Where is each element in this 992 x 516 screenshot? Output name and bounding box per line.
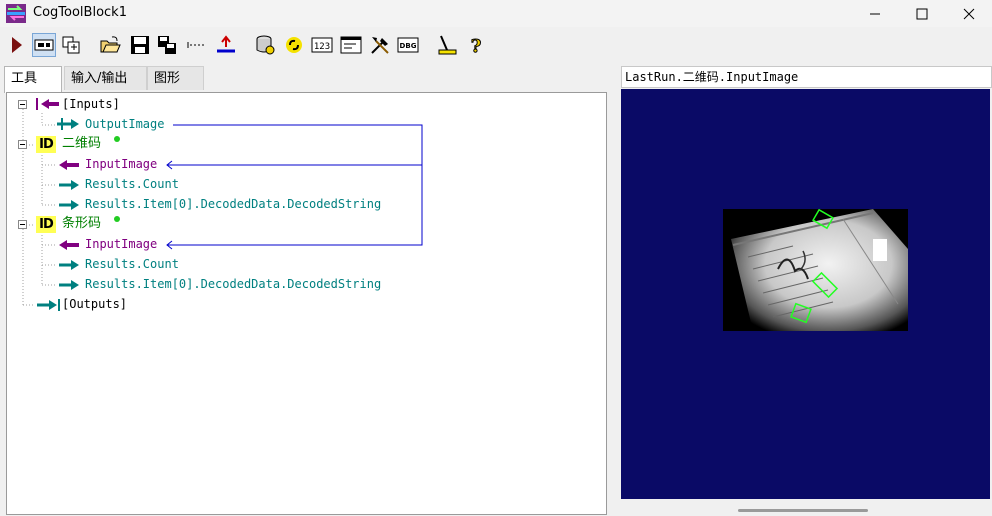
reset-button[interactable] bbox=[215, 34, 237, 56]
inputs-node[interactable]: [Inputs] bbox=[62, 95, 120, 113]
save-icon bbox=[131, 36, 149, 54]
barcode-results-count-label: Results.Count bbox=[85, 257, 179, 271]
database-button[interactable] bbox=[254, 34, 276, 56]
debug-label: DBG bbox=[400, 42, 417, 50]
toolbar: 123 DBG ? bbox=[0, 30, 992, 64]
number-display-button[interactable]: 123 bbox=[311, 34, 333, 56]
minimize-button[interactable] bbox=[852, 0, 898, 27]
id-tool-icon: ID bbox=[36, 136, 56, 153]
dotted-line-button[interactable] bbox=[186, 34, 208, 56]
tab-input-output-label: 输入/输出 bbox=[71, 71, 128, 86]
output-image-label: OutputImage bbox=[85, 117, 165, 131]
link-button[interactable] bbox=[283, 34, 305, 56]
qrcode-results-count-label: Results.Count bbox=[85, 177, 179, 191]
qrcode-input-image-label: InputImage bbox=[85, 157, 158, 171]
horizontal-scrollbar[interactable] bbox=[738, 509, 868, 512]
number-display-label: 123 bbox=[314, 42, 330, 52]
qrcode-decoded-string-node[interactable]: Results.Item[0].DecodedData.DecodedStrin… bbox=[85, 195, 381, 213]
expander-qrcode[interactable] bbox=[18, 140, 27, 149]
qrcode-decoded-string-label: Results.Item[0].DecodedData.DecodedStrin… bbox=[85, 197, 382, 211]
minimize-icon bbox=[870, 13, 880, 15]
barcode-input-image-label: InputImage bbox=[85, 237, 158, 251]
save-as-icon bbox=[158, 36, 176, 54]
maximize-icon bbox=[916, 8, 928, 20]
open-button[interactable] bbox=[99, 34, 121, 56]
run-icon bbox=[12, 37, 22, 53]
window-title: CogToolBlock1 bbox=[33, 5, 127, 20]
barcode-results-count-node[interactable]: Results.Count bbox=[85, 255, 179, 273]
input-arrow-icons bbox=[36, 98, 79, 311]
help-button[interactable]: ? bbox=[465, 34, 487, 57]
terminal-button[interactable] bbox=[340, 34, 362, 56]
tab-graphics-label: 图形 bbox=[154, 71, 181, 86]
barcode-decoded-string-label: Results.Item[0].DecodedData.DecodedStrin… bbox=[85, 277, 382, 291]
image-source-label: LastRun.二维码.InputImage bbox=[625, 70, 799, 84]
tool-qrcode-node[interactable]: 二维码 bbox=[62, 135, 101, 153]
tool-barcode-name: 条形码 bbox=[62, 216, 102, 231]
link-icon bbox=[286, 37, 302, 53]
add-tool-button[interactable] bbox=[60, 34, 82, 56]
number-display-icon: 123 bbox=[311, 37, 333, 53]
run-button[interactable] bbox=[6, 34, 28, 56]
maximize-button[interactable] bbox=[899, 0, 945, 27]
barcode-decoded-string-node[interactable]: Results.Item[0].DecodedData.DecodedStrin… bbox=[85, 275, 381, 293]
save-button[interactable] bbox=[129, 34, 151, 56]
outputs-node[interactable]: [Outputs] bbox=[62, 295, 127, 313]
database-icon bbox=[256, 35, 275, 55]
status-dot-icon bbox=[114, 136, 120, 142]
help-icon: ? bbox=[470, 36, 482, 57]
add-tool-icon bbox=[62, 36, 80, 54]
edit-ruler-button[interactable] bbox=[436, 34, 458, 56]
close-icon bbox=[963, 8, 975, 20]
expander-inputs[interactable] bbox=[18, 100, 27, 109]
tool-tree: [Inputs] OutputImage ID 二维码 InputImage R… bbox=[6, 92, 607, 515]
expander-barcode[interactable] bbox=[18, 220, 27, 229]
status-dot-icon bbox=[114, 216, 120, 222]
display-toggle-icon bbox=[34, 39, 54, 51]
edit-ruler-icon bbox=[438, 35, 457, 55]
tab-graphics[interactable]: 图形 bbox=[147, 66, 204, 90]
terminal-icon bbox=[340, 36, 362, 54]
image-source-selector[interactable]: LastRun.二维码.InputImage bbox=[621, 66, 992, 88]
output-image-node[interactable]: OutputImage bbox=[85, 115, 164, 133]
reset-icon bbox=[217, 35, 235, 53]
document-photo-image bbox=[723, 209, 908, 331]
debug-icon: DBG bbox=[397, 37, 419, 53]
title-bar: CogToolBlock1 bbox=[0, 0, 992, 27]
tool-barcode-node[interactable]: 条形码 bbox=[62, 215, 101, 233]
svg-text:?: ? bbox=[471, 36, 482, 56]
inputs-label: [Inputs] bbox=[62, 97, 120, 111]
barcode-input-image-node[interactable]: InputImage bbox=[85, 235, 157, 253]
qrcode-results-count-node[interactable]: Results.Count bbox=[85, 175, 179, 193]
image-display[interactable] bbox=[621, 89, 990, 499]
tool-qrcode-name: 二维码 bbox=[62, 136, 102, 151]
tools-icon bbox=[371, 37, 389, 54]
tab-tools[interactable]: 工具 bbox=[4, 66, 62, 93]
close-button[interactable] bbox=[946, 0, 992, 27]
tools-button[interactable] bbox=[369, 34, 391, 56]
save-as-button[interactable] bbox=[156, 34, 178, 56]
tab-tools-label: 工具 bbox=[11, 71, 38, 86]
display-toggle-button[interactable] bbox=[32, 33, 56, 57]
id-tool-icon: ID bbox=[36, 216, 56, 233]
qrcode-input-image-node[interactable]: InputImage bbox=[85, 155, 157, 173]
open-icon bbox=[100, 36, 121, 53]
tab-input-output[interactable]: 输入/输出 bbox=[64, 66, 147, 90]
outputs-label: [Outputs] bbox=[62, 297, 128, 311]
dotted-line-icon bbox=[187, 42, 206, 48]
acquired-image bbox=[723, 209, 908, 331]
tool-block-icon bbox=[6, 4, 26, 23]
debug-button[interactable]: DBG bbox=[397, 34, 419, 56]
